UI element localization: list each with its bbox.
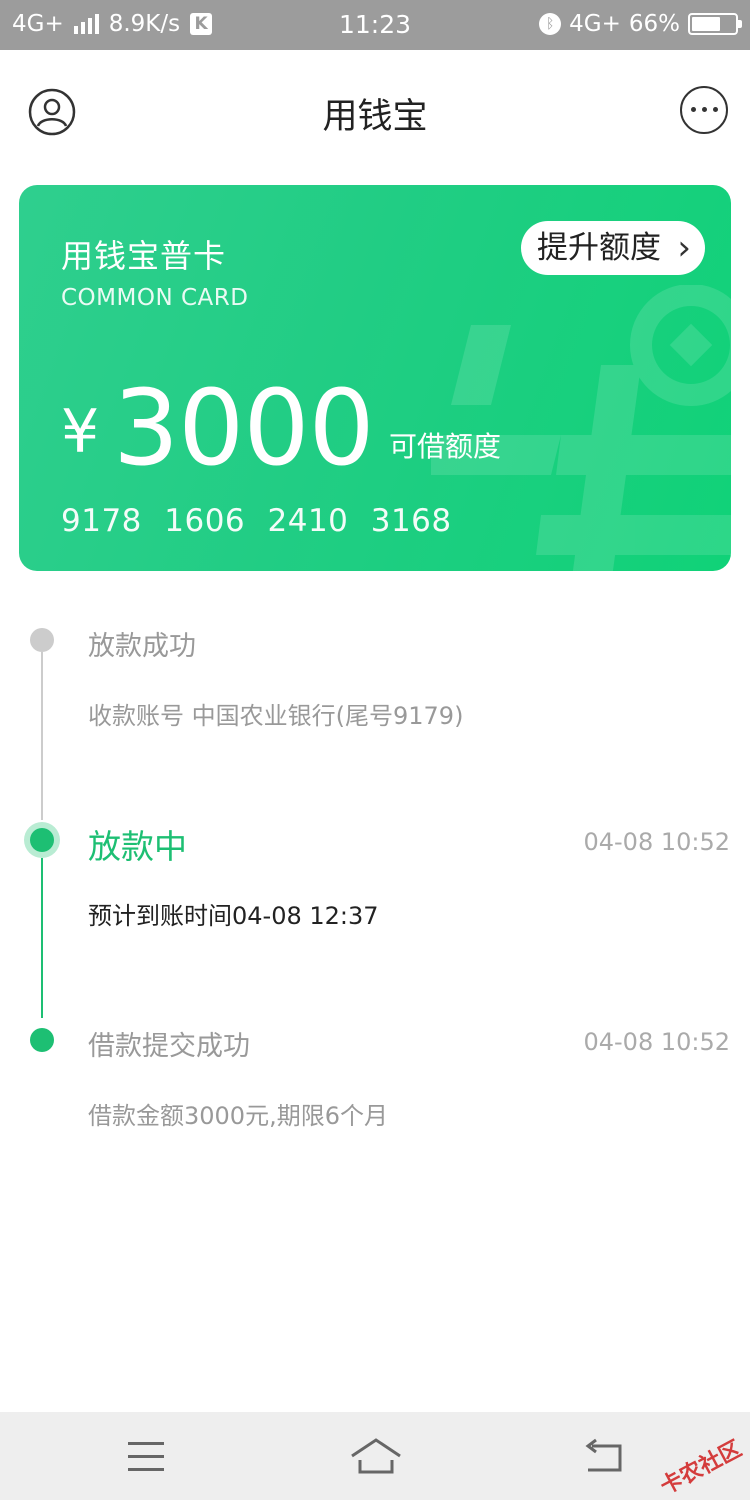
battery-icon [688, 13, 742, 35]
home-icon[interactable] [348, 1412, 404, 1500]
more-dots-icon [682, 107, 726, 112]
step-description: 预计到账时间04-08 12:37 [88, 902, 379, 930]
step-description: 收款账号 中国农业银行(尾号9179) [88, 702, 464, 730]
step-dot-done [30, 1028, 54, 1052]
watermark-logo: 卡农社区 [656, 1436, 746, 1500]
battery-percent: 66% [628, 11, 680, 37]
step-dot-pending [30, 628, 54, 652]
menu-icon[interactable] [126, 1412, 168, 1500]
app-header: 用钱宝 [0, 50, 750, 170]
more-options-button[interactable] [680, 86, 728, 134]
card-number: 9178 1606 2410 3168 [61, 503, 452, 539]
profile-button[interactable] [28, 88, 76, 136]
chevron-right-icon: › [677, 228, 691, 268]
step-title: 放款中 [88, 827, 187, 866]
bluetooth-icon: ᛒ [539, 13, 562, 35]
available-amount-label: 可借额度 [389, 430, 502, 463]
card-name: 用钱宝普卡 [61, 237, 227, 275]
step-time: 04-08 10:52 [583, 1028, 730, 1056]
credit-card: 用钱宝普卡 COMMON CARD 提升额度 › ¥ 3000 可借额度 917… [19, 185, 731, 571]
step-time: 04-08 10:52 [583, 828, 730, 856]
back-icon[interactable] [582, 1412, 626, 1500]
user-icon [28, 88, 76, 136]
network-type-right: 4G+ [569, 11, 621, 37]
currency-symbol: ¥ [61, 397, 100, 467]
status-bar: 4G+ 8.9K/s K 11:23 ᛒ 4G+ 66% [0, 0, 750, 50]
available-amount: 3000 [113, 367, 375, 489]
raise-limit-button[interactable]: 提升额度 › [521, 221, 705, 275]
step-description: 借款金额3000元,期限6个月 [88, 1102, 388, 1130]
system-nav-bar: 卡农社区 [0, 1412, 750, 1500]
timeline-connector [41, 652, 43, 820]
step-title: 借款提交成功 [88, 1031, 250, 1062]
raise-limit-label: 提升额度 [537, 230, 661, 266]
page-title: 用钱宝 [322, 97, 428, 137]
loan-progress-timeline: 放款成功 收款账号 中国农业银行(尾号9179) 放款中 04-08 10:52… [0, 600, 750, 1160]
card-subtitle: COMMON CARD [61, 285, 249, 311]
timeline-connector [41, 858, 43, 1018]
step-title: 放款成功 [88, 631, 196, 662]
step-dot-active-core [30, 828, 54, 852]
